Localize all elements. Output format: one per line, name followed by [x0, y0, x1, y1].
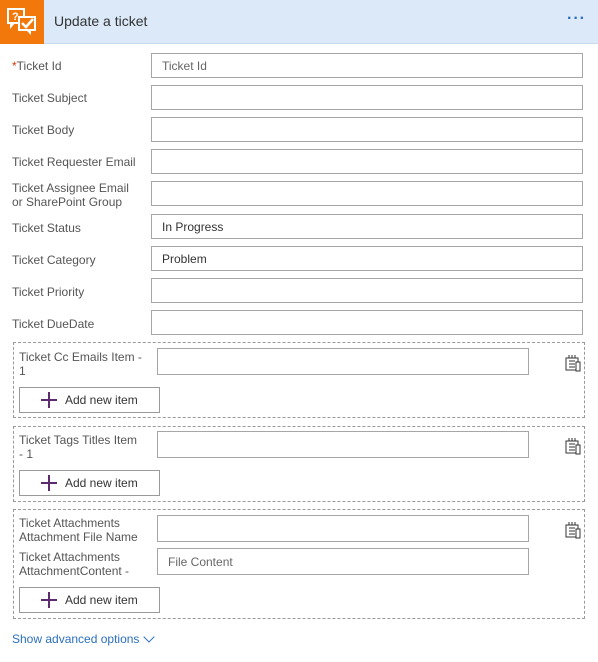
ticket-category-input[interactable]: [151, 246, 583, 271]
attachment-file-name-label: Ticket Attachments Attachment File Name: [19, 516, 147, 544]
ticket-priority-input[interactable]: [151, 278, 583, 303]
tags-titles-group: Ticket Tags Titles Item - 1 Add new item: [13, 426, 585, 502]
ticket-assignee-input[interactable]: [151, 181, 583, 206]
plus-icon: [40, 591, 58, 609]
ticket-id-input[interactable]: [151, 53, 583, 78]
show-advanced-options-link[interactable]: Show advanced options: [12, 630, 156, 646]
ticket-status-label: Ticket Status: [12, 221, 81, 235]
ticket-assignee-label-line1: Ticket Assignee Email: [12, 181, 129, 195]
svg-text:?: ?: [12, 11, 19, 23]
attachment-content-input[interactable]: [157, 548, 529, 575]
attachment-content-label: Ticket Attachments AttachmentContent -: [19, 550, 147, 578]
add-new-item-label: Add new item: [65, 593, 138, 607]
cc-emails-item-input[interactable]: [157, 348, 529, 375]
attachment-file-name-label-line2: Attachment File Name: [19, 530, 138, 544]
card-title: Update a ticket: [54, 13, 148, 29]
ticket-category-label: Ticket Category: [12, 253, 96, 267]
helpdesk-ticket-icon: ?: [0, 0, 44, 44]
add-new-item-label: Add new item: [65, 476, 138, 490]
ticket-id-label-text: Ticket Id: [16, 59, 62, 73]
ticket-body-label: Ticket Body: [12, 123, 75, 137]
cc-emails-item-label-line1: Ticket Cc Emails Item -: [19, 350, 142, 364]
attachment-content-label-line1: Ticket Attachments: [19, 550, 120, 564]
ticket-assignee-label-line2: or SharePoint Group: [12, 195, 123, 209]
tags-titles-item-label: Ticket Tags Titles Item - 1: [19, 433, 147, 461]
tags-titles-item-label-line1: Ticket Tags Titles Item: [19, 433, 138, 447]
cc-emails-group: Ticket Cc Emails Item - 1 Add new item: [13, 342, 585, 418]
ticket-priority-label: Ticket Priority: [12, 285, 85, 299]
attachment-file-name-input[interactable]: [157, 515, 529, 542]
plus-icon: [40, 474, 58, 492]
card-header: ? Update a ticket ···: [0, 0, 598, 44]
attachments-add-new-item-button[interactable]: Add new item: [19, 587, 160, 613]
attachments-group: Ticket Attachments Attachment File Name …: [13, 509, 585, 619]
ticket-assignee-label: Ticket Assignee Email or SharePoint Grou…: [12, 181, 144, 209]
ticket-id-label: *Ticket Id: [12, 59, 144, 73]
tags-titles-item-label-line2: - 1: [19, 447, 34, 461]
switch-to-array-icon[interactable]: [565, 354, 581, 372]
ticket-requester-email-input[interactable]: [151, 149, 583, 174]
tags-titles-item-input[interactable]: [157, 431, 529, 458]
switch-to-array-icon[interactable]: [565, 437, 581, 455]
ticket-subject-label: Ticket Subject: [12, 91, 87, 105]
cc-emails-add-new-item-button[interactable]: Add new item: [19, 387, 160, 413]
attachment-content-label-line2: AttachmentContent -: [19, 564, 130, 578]
add-new-item-label: Add new item: [65, 393, 138, 407]
show-advanced-options-label: Show advanced options: [12, 632, 140, 646]
attachment-file-name-label-line1: Ticket Attachments: [19, 516, 120, 530]
ticket-requester-email-label: Ticket Requester Email: [12, 155, 136, 169]
ticket-duedate-label: Ticket DueDate: [12, 317, 95, 331]
tags-add-new-item-button[interactable]: Add new item: [19, 470, 160, 496]
switch-to-array-icon[interactable]: [565, 521, 581, 539]
cc-emails-item-label: Ticket Cc Emails Item - 1: [19, 350, 147, 378]
ticket-duedate-input[interactable]: [151, 310, 583, 335]
ticket-status-input[interactable]: [151, 214, 583, 239]
plus-icon: [40, 391, 58, 409]
ticket-body-input[interactable]: [151, 117, 583, 142]
cc-emails-item-label-line2: 1: [19, 364, 26, 378]
ticket-subject-input[interactable]: [151, 85, 583, 110]
more-options-icon[interactable]: ···: [567, 10, 586, 28]
chevron-down-icon: [143, 630, 156, 643]
